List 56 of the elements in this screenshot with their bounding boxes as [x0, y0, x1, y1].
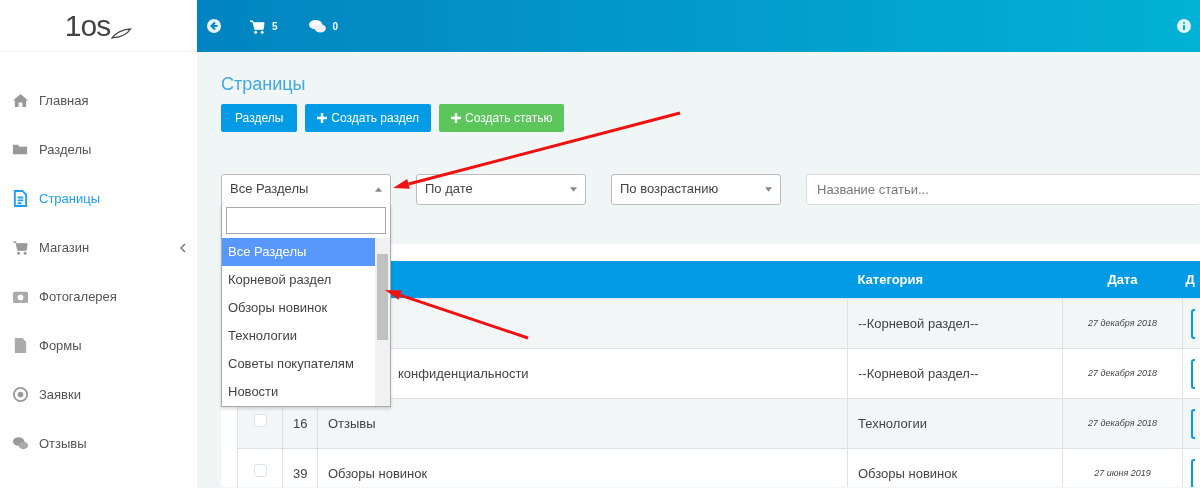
messages-count: 0 [332, 19, 339, 34]
sidebar-item[interactable]: Главная [0, 76, 197, 125]
date-cell: 27 июня 2019 [1094, 468, 1151, 479]
date-cell: 27 декабря 2018 [1087, 418, 1157, 429]
dropdown-search-field[interactable] [226, 206, 386, 234]
edit-button[interactable] [1191, 359, 1195, 390]
sidebar-item[interactable]: Магазин [0, 223, 197, 272]
sidebar-item[interactable]: Заявки [0, 370, 197, 419]
order-dropdown[interactable]: По возрастанию [611, 173, 781, 205]
category-cell: --Корневой раздел-- [858, 366, 979, 382]
feather-icon [110, 26, 133, 41]
sidebar-item[interactable]: Фотогалерея [0, 272, 197, 321]
row-id: 39 [293, 466, 308, 482]
caret-icon [375, 186, 382, 192]
edit-button[interactable] [1191, 409, 1195, 440]
scrollbar[interactable] [375, 237, 390, 406]
dropdown-option[interactable]: Обзоры новинок [222, 293, 375, 322]
dropdown-option[interactable]: Советы покупателям [222, 349, 375, 378]
row-id: 16 [293, 416, 308, 432]
logo-text: 1os [64, 10, 111, 41]
info-icon[interactable] [1177, 19, 1191, 33]
chat-icon[interactable] [307, 18, 327, 34]
file-icon [12, 337, 29, 354]
edit-button[interactable] [1191, 459, 1195, 487]
dropdown-option[interactable]: Корневой раздел [222, 265, 375, 294]
home-icon [12, 92, 29, 109]
search-field[interactable]: Название статьи... [806, 173, 1200, 205]
plus-icon [317, 112, 328, 123]
dropdown-option[interactable]: Новости [222, 377, 375, 406]
page-title-cell[interactable]: Обзоры новинок [328, 466, 428, 482]
date-cell: 27 декабря 2018 [1087, 318, 1157, 329]
category-cell: Технологии [858, 416, 927, 432]
row-checkbox[interactable] [253, 464, 267, 478]
category-cell: Обзоры новинок [858, 466, 958, 482]
cart-icon[interactable] [249, 18, 266, 34]
sidebar-item[interactable]: Формы [0, 321, 197, 370]
sidebar-item[interactable]: Отзывы [0, 419, 197, 468]
back-icon[interactable] [207, 19, 221, 33]
sort-dropdown[interactable]: По дате [416, 173, 586, 205]
sidebar-item[interactable]: Разделы [0, 125, 197, 174]
cart-icon [12, 239, 29, 256]
plus-icon [450, 112, 461, 123]
row-checkbox[interactable] [253, 414, 267, 428]
caret-icon [570, 186, 577, 192]
date-cell: 27 декабря 2018 [1087, 368, 1157, 379]
cart-count: 5 [272, 19, 278, 34]
document-icon [12, 190, 29, 207]
dropdown-option[interactable]: Технологии [222, 321, 375, 350]
edit-button[interactable] [1191, 309, 1195, 340]
page-title: Страницы [221, 74, 307, 96]
page-title-cell[interactable]: Отзывы [328, 416, 376, 432]
caret-icon [765, 186, 772, 192]
page-title-cell[interactable]: конфиденциальности [398, 366, 529, 382]
target-icon [12, 386, 29, 403]
chat-icon [12, 435, 29, 452]
category-cell: --Корневой раздел-- [858, 316, 979, 332]
